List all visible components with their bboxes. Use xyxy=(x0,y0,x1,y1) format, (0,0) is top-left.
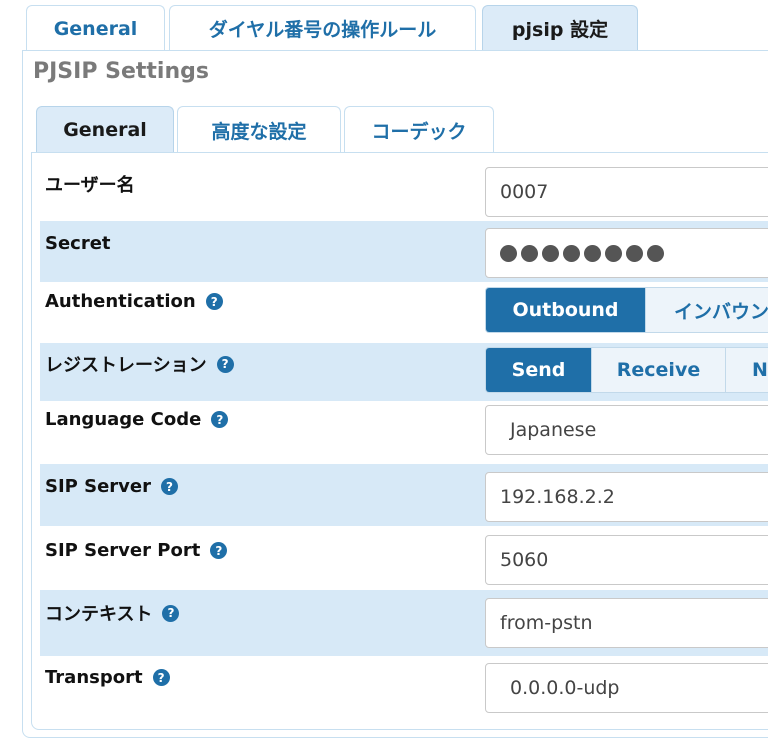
pjsip-settings-page: General ダイヤル番号の操作ルール pjsip 設定 PJSIP Sett… xyxy=(0,0,768,747)
authentication-outbound-option[interactable]: Outbound xyxy=(486,288,646,332)
row-authentication: Authentication ? Outbound インバウン xyxy=(40,283,768,342)
tab-dial-rules[interactable]: ダイヤル番号の操作ルール xyxy=(169,5,476,51)
row-registration: レジストレーション ? Send Receive N xyxy=(40,343,768,401)
mask-dot xyxy=(647,244,664,262)
authentication-toggle: Outbound インバウン xyxy=(485,287,768,333)
row-secret: Secret xyxy=(40,221,768,282)
secret-label: Secret xyxy=(45,233,111,254)
sip-server-label: SIP Server ? xyxy=(45,476,178,497)
row-sip-server: SIP Server ? 192.168.2.2 xyxy=(40,464,768,526)
row-language-code: Language Code ? Japanese xyxy=(40,402,768,463)
help-icon[interactable]: ? xyxy=(216,355,234,373)
sip-server-port-label: SIP Server Port ? xyxy=(45,540,228,561)
username-label: ユーザー名 xyxy=(45,175,135,196)
mask-dot xyxy=(605,244,622,262)
registration-none-option[interactable]: N xyxy=(726,348,768,392)
help-icon[interactable]: ? xyxy=(211,411,229,428)
mask-dot xyxy=(584,244,601,262)
row-transport: Transport ? 0.0.0.0-udp xyxy=(40,657,768,719)
mask-dot xyxy=(521,244,538,262)
help-icon[interactable]: ? xyxy=(210,542,228,559)
row-context: コンテキスト ? from-pstn xyxy=(40,590,768,656)
tab-general[interactable]: General xyxy=(26,5,165,51)
help-icon[interactable]: ? xyxy=(162,604,180,622)
registration-label: レジストレーション ? xyxy=(45,351,234,377)
context-label: コンテキスト ? xyxy=(45,600,180,626)
tab-advanced-settings[interactable]: 高度な設定 xyxy=(177,106,341,153)
sip-server-port-input[interactable]: 5060 xyxy=(485,535,768,585)
help-icon[interactable]: ? xyxy=(161,478,178,495)
language-code-select[interactable]: Japanese xyxy=(485,405,768,455)
panel-title: PJSIP Settings xyxy=(33,59,209,84)
secret-input[interactable] xyxy=(485,228,768,278)
row-username: ユーザー名 0007 xyxy=(40,162,768,220)
tab-codecs[interactable]: コーデック xyxy=(344,106,494,153)
authentication-label: Authentication ? xyxy=(45,291,223,312)
authentication-inbound-option[interactable]: インバウン xyxy=(646,288,768,332)
mask-dot xyxy=(542,244,559,262)
username-input[interactable]: 0007 xyxy=(485,167,768,217)
tab-pjsip-settings[interactable]: pjsip 設定 xyxy=(482,5,638,51)
transport-label: Transport ? xyxy=(45,667,170,688)
row-sip-server-port: SIP Server Port ? 5060 xyxy=(40,527,768,589)
mask-dot xyxy=(626,244,643,262)
help-icon[interactable]: ? xyxy=(205,293,223,310)
masked-password xyxy=(500,244,664,262)
language-code-label: Language Code ? xyxy=(45,409,229,430)
registration-receive-option[interactable]: Receive xyxy=(592,348,726,392)
sip-server-input[interactable]: 192.168.2.2 xyxy=(485,472,768,522)
help-icon[interactable]: ? xyxy=(152,669,170,686)
context-input[interactable]: from-pstn xyxy=(485,598,768,648)
mask-dot xyxy=(500,244,517,262)
registration-toggle: Send Receive N xyxy=(485,347,768,393)
mask-dot xyxy=(563,244,580,262)
tab-inner-general[interactable]: General xyxy=(36,106,174,153)
registration-send-option[interactable]: Send xyxy=(486,348,592,392)
transport-select[interactable]: 0.0.0.0-udp xyxy=(485,663,768,713)
